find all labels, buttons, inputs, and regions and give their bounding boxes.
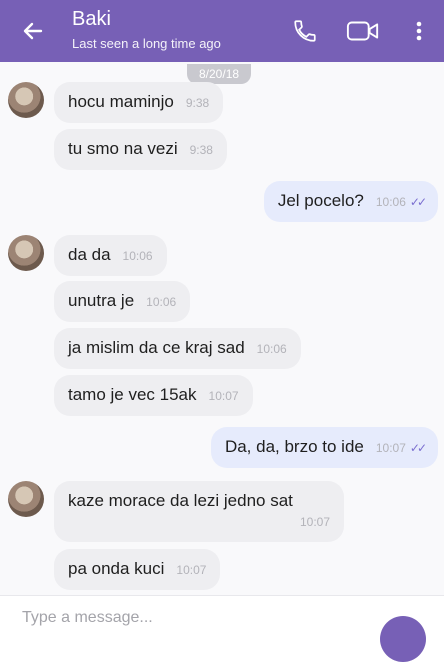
message-bubble-outgoing[interactable]: Da, da, brzo to ide 10:07 ✓✓ [210, 427, 438, 468]
contact-name[interactable]: Baki [72, 8, 111, 31]
message-bubble[interactable]: ja mislim da ce kraj sad 10:06 [54, 328, 301, 369]
message-bubble-outgoing[interactable]: Jel pocelo? 10:06 ✓✓ [263, 181, 438, 222]
chat-area[interactable]: 8/20/18 hocu maminjo 9:38 tu smo na vezi 9… [0, 62, 444, 595]
avatar[interactable] [8, 82, 44, 118]
read-check-icon: ✓✓ [409, 441, 427, 455]
message-bubble[interactable]: tu smo na vezi 9:38 [54, 129, 227, 170]
message-text: tu smo na vezi [68, 139, 178, 158]
message-time: 9:38 [185, 96, 210, 110]
video-icon[interactable] [346, 14, 380, 48]
message-time: 10:07 [375, 441, 406, 455]
avatar[interactable] [8, 235, 44, 271]
message-text: ja mislim da ce kraj sad [68, 338, 245, 357]
send-button[interactable] [380, 616, 426, 662]
message-text: Da, da, brzo to ide [224, 437, 364, 456]
message-bubble[interactable]: da da 10:06 [54, 235, 167, 276]
message-bubble[interactable]: hocu maminjo 9:38 [54, 82, 224, 123]
avatar[interactable] [8, 481, 44, 517]
message-time: 9:38 [189, 143, 213, 157]
message-text: unutra je [68, 291, 135, 310]
message-time: 10:06 [122, 249, 153, 263]
last-seen-status: Last seen a long time ago [72, 36, 221, 51]
message-time: 10:06 [256, 342, 287, 356]
message-text: Jel pocelo? [277, 191, 364, 210]
message-time: 10:07 [176, 563, 207, 577]
phone-icon[interactable] [288, 14, 322, 48]
message-text: pa onda kuci [68, 559, 165, 578]
message-bubble[interactable]: kaze morace da lezi jedno sat 10:07 [54, 481, 344, 542]
message-bubble[interactable]: pa onda kuci 10:07 [54, 549, 221, 590]
message-text: hocu maminjo [68, 92, 174, 111]
message-text: tamo je vec 15ak [68, 385, 197, 404]
back-arrow-icon[interactable] [18, 16, 48, 46]
message-time: 10:06 [146, 295, 177, 309]
message-time: 10:07 [299, 515, 330, 529]
message-input[interactable] [20, 604, 364, 632]
date-separator: 8/20/18 [187, 64, 252, 84]
message-text: kaze morace da lezi jedno sat [68, 491, 293, 510]
message-composer [0, 595, 444, 662]
read-check-icon: ✓✓ [409, 195, 427, 209]
message-text: da da [68, 245, 111, 264]
message-bubble[interactable]: tamo je vec 15ak 10:07 [54, 375, 253, 416]
top-bar: Baki Last seen a long time ago [0, 0, 444, 62]
message-time: 10:06 [375, 195, 406, 209]
message-bubble[interactable]: unutra je 10:06 [54, 281, 191, 322]
message-time: 10:07 [208, 389, 239, 403]
more-vert-icon[interactable] [402, 14, 436, 48]
